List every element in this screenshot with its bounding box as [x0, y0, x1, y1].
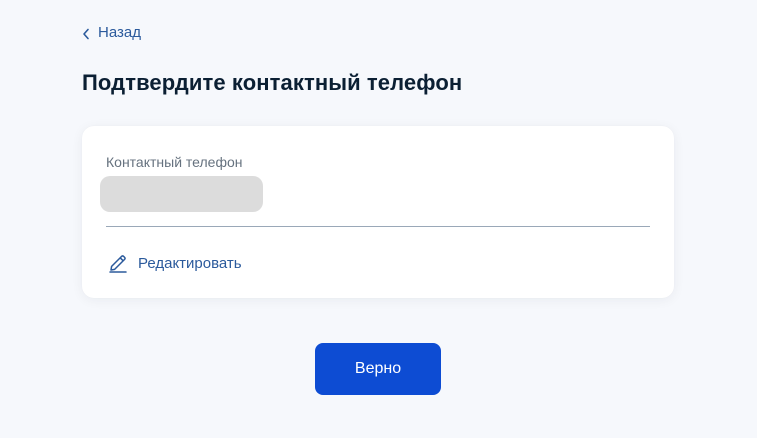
- contact-phone-card: Контактный телефон Редактировать: [82, 126, 674, 298]
- page: Назад Подтвердите контактный телефон Кон…: [0, 0, 757, 438]
- edit-link-label: Редактировать: [138, 254, 242, 272]
- contact-phone-value: [100, 176, 263, 212]
- back-link-label: Назад: [98, 24, 141, 41]
- chevron-left-icon: [82, 27, 90, 39]
- contact-phone-label: Контактный телефон: [106, 154, 243, 170]
- back-link[interactable]: Назад: [82, 24, 141, 41]
- divider: [106, 226, 650, 227]
- pencil-icon: [108, 253, 128, 273]
- page-title: Подтвердите контактный телефон: [82, 70, 463, 95]
- confirm-button[interactable]: Верно: [315, 343, 441, 395]
- edit-link[interactable]: Редактировать: [108, 253, 242, 273]
